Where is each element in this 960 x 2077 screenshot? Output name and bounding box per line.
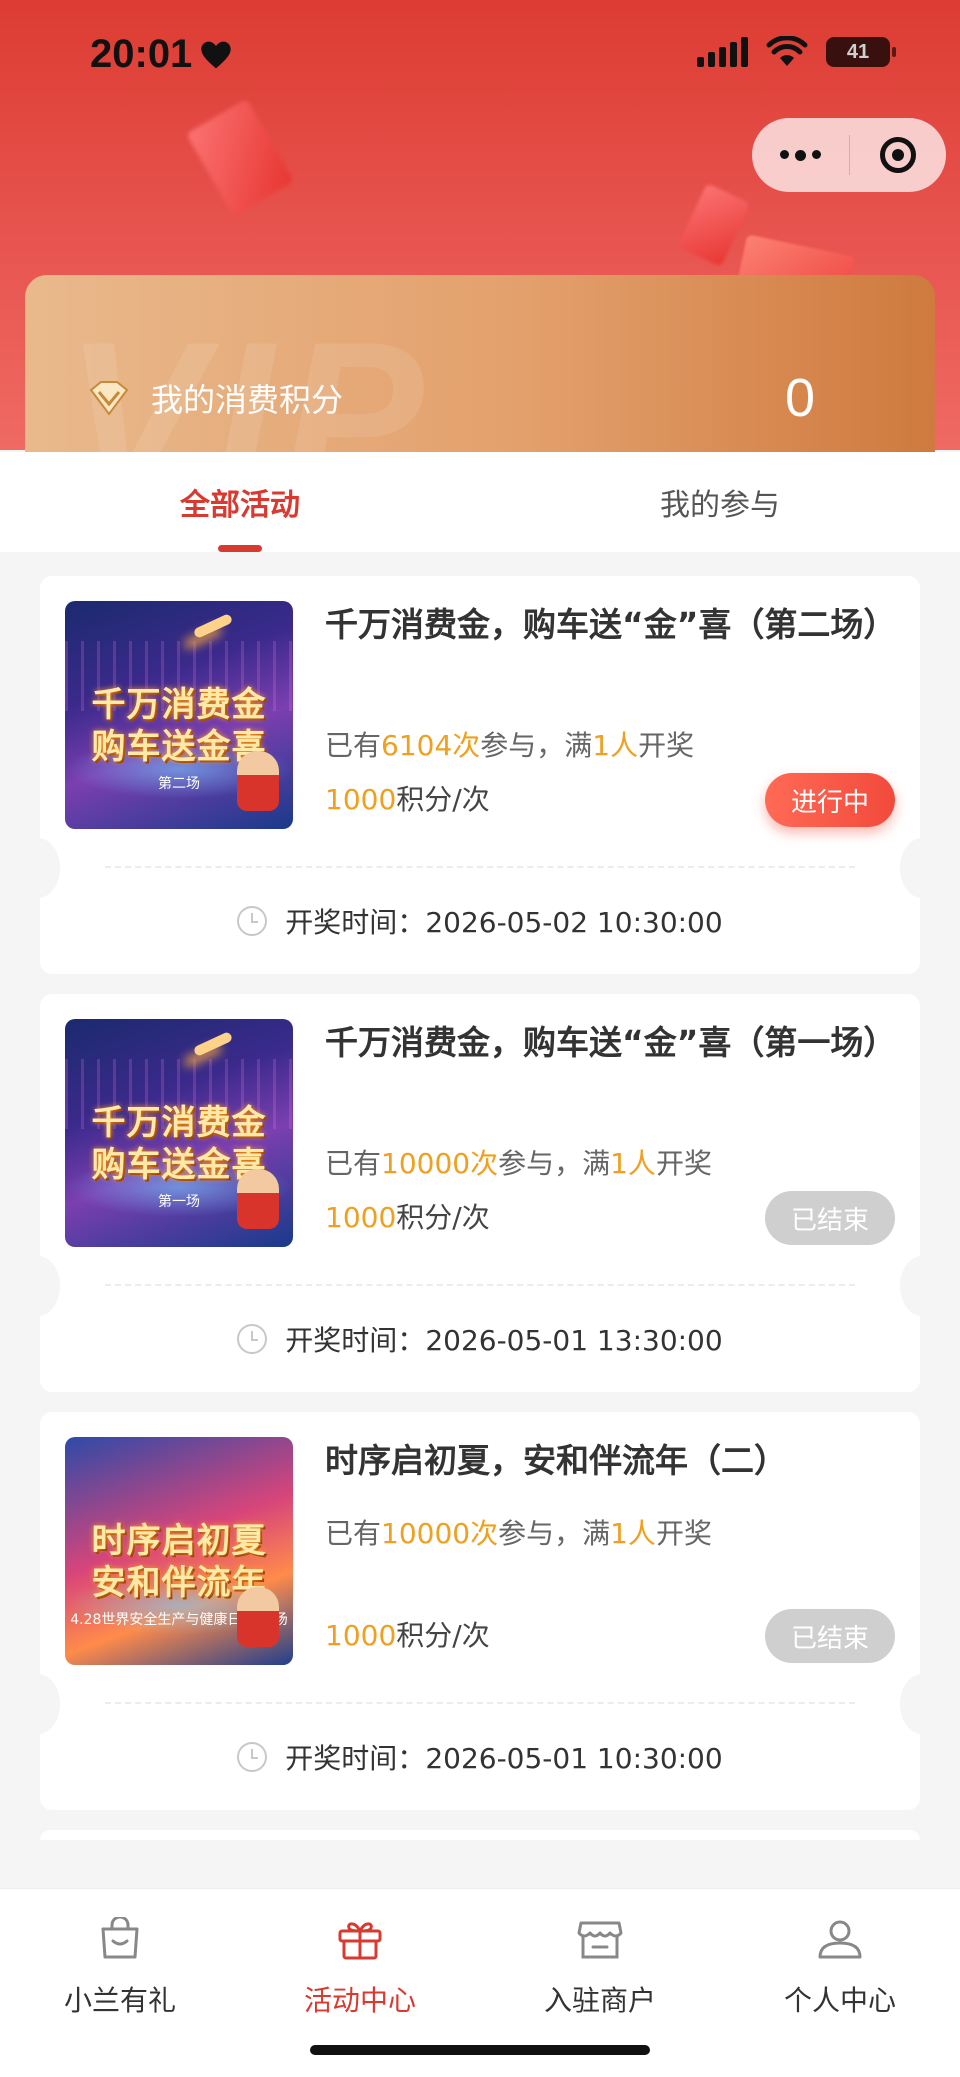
miniprogram-capsule	[752, 118, 946, 192]
activity-card[interactable]: 千万消费金 购车送金喜 第二场 千万消费金，购车送“金”喜（第二场） 已有610…	[16, 576, 944, 974]
draw-time: 开奖时间：2026-05-02 10:30:00	[40, 891, 920, 951]
nav-label: 个人中心	[783, 1984, 896, 2017]
points-cost: 1000积分/次	[325, 1619, 490, 1652]
points-label: 我的消费积分	[151, 381, 344, 419]
red-envelope-decoration	[677, 183, 751, 267]
nav-item-gifts[interactable]: 小兰有礼	[0, 1889, 240, 2077]
points-cost: 1000积分/次	[325, 783, 490, 816]
tab-all-activities[interactable]: 全部活动	[0, 452, 480, 552]
activity-list: 千万消费金 购车送金喜 第二场 千万消费金，购车送“金”喜（第二场） 已有610…	[16, 576, 944, 1840]
wifi-icon	[766, 36, 808, 66]
status-badge[interactable]: 进行中	[765, 773, 895, 827]
status-indicators: 41	[697, 36, 896, 68]
mascot-image	[237, 1169, 279, 1229]
more-dots-icon	[779, 149, 821, 161]
points-card: VIP 我的消费积分 0	[25, 275, 935, 455]
battery-icon: 41	[826, 37, 896, 67]
mascot-image	[237, 1587, 279, 1647]
more-menu-button[interactable]	[752, 118, 849, 192]
points-cost: 1000积分/次	[325, 1201, 490, 1234]
red-envelope-decoration	[185, 98, 295, 217]
shopping-bag-icon	[101, 1917, 139, 1959]
activity-title: 千万消费金，购车送“金”喜（第二场）	[325, 605, 897, 644]
diamond-icon	[89, 381, 129, 416]
close-miniprogram-button[interactable]	[850, 118, 947, 192]
draw-time: 开奖时间：2026-05-01 13:30:00	[40, 1309, 920, 1369]
participation-info: 已有10000次参与，满1人开奖	[325, 1517, 712, 1550]
activity-card-peek	[40, 1830, 920, 1840]
activity-title: 时序启初夏，安和伴流年（二）	[325, 1441, 787, 1480]
gift-icon	[338, 1922, 382, 1960]
status-badge[interactable]: 已结束	[765, 1609, 895, 1663]
tab-my-participation[interactable]: 我的参与	[480, 452, 960, 552]
signal-icon	[697, 37, 748, 67]
participation-info: 已有10000次参与，满1人开奖	[325, 1147, 712, 1180]
activity-card[interactable]: 千万消费金 购车送金喜 第一场 千万消费金，购车送“金”喜（第一场） 已有100…	[16, 994, 944, 1392]
points-value: 0	[784, 368, 815, 428]
mascot-image	[237, 751, 279, 811]
activity-thumbnail[interactable]: 千万消费金 购车送金喜 第一场	[65, 1019, 293, 1247]
activity-card[interactable]: 时序启初夏 安和伴流年 4.28世界安全生产与健康日 第二场 时序启初夏，安和伴…	[16, 1412, 944, 1810]
clock-icon	[237, 1742, 268, 1772]
activity-thumbnail[interactable]: 千万消费金 购车送金喜 第二场	[65, 601, 293, 829]
status-badge[interactable]: 已结束	[765, 1191, 895, 1245]
status-time: 20:01	[90, 32, 232, 77]
nav-label: 小兰有礼	[63, 1984, 176, 2017]
clock-icon	[237, 906, 268, 936]
store-icon	[577, 1921, 623, 1959]
participation-info: 已有6104次参与，满1人开奖	[325, 729, 695, 762]
target-icon	[879, 137, 916, 173]
user-icon	[818, 1920, 862, 1959]
nav-label: 活动中心	[303, 1984, 416, 2017]
activity-tabs: 全部活动 我的参与	[0, 452, 960, 552]
activity-title: 千万消费金，购车送“金”喜（第一场）	[325, 1023, 897, 1062]
draw-time: 开奖时间：2026-05-01 10:30:00	[40, 1727, 920, 1787]
clock-icon	[237, 1324, 268, 1354]
nav-item-profile[interactable]: 个人中心	[720, 1889, 960, 2077]
activity-thumbnail[interactable]: 时序启初夏 安和伴流年 4.28世界安全生产与健康日 第二场	[65, 1437, 293, 1665]
nav-label: 入驻商户	[543, 1984, 656, 2017]
heart-icon	[201, 41, 231, 68]
home-indicator[interactable]	[310, 2045, 650, 2055]
